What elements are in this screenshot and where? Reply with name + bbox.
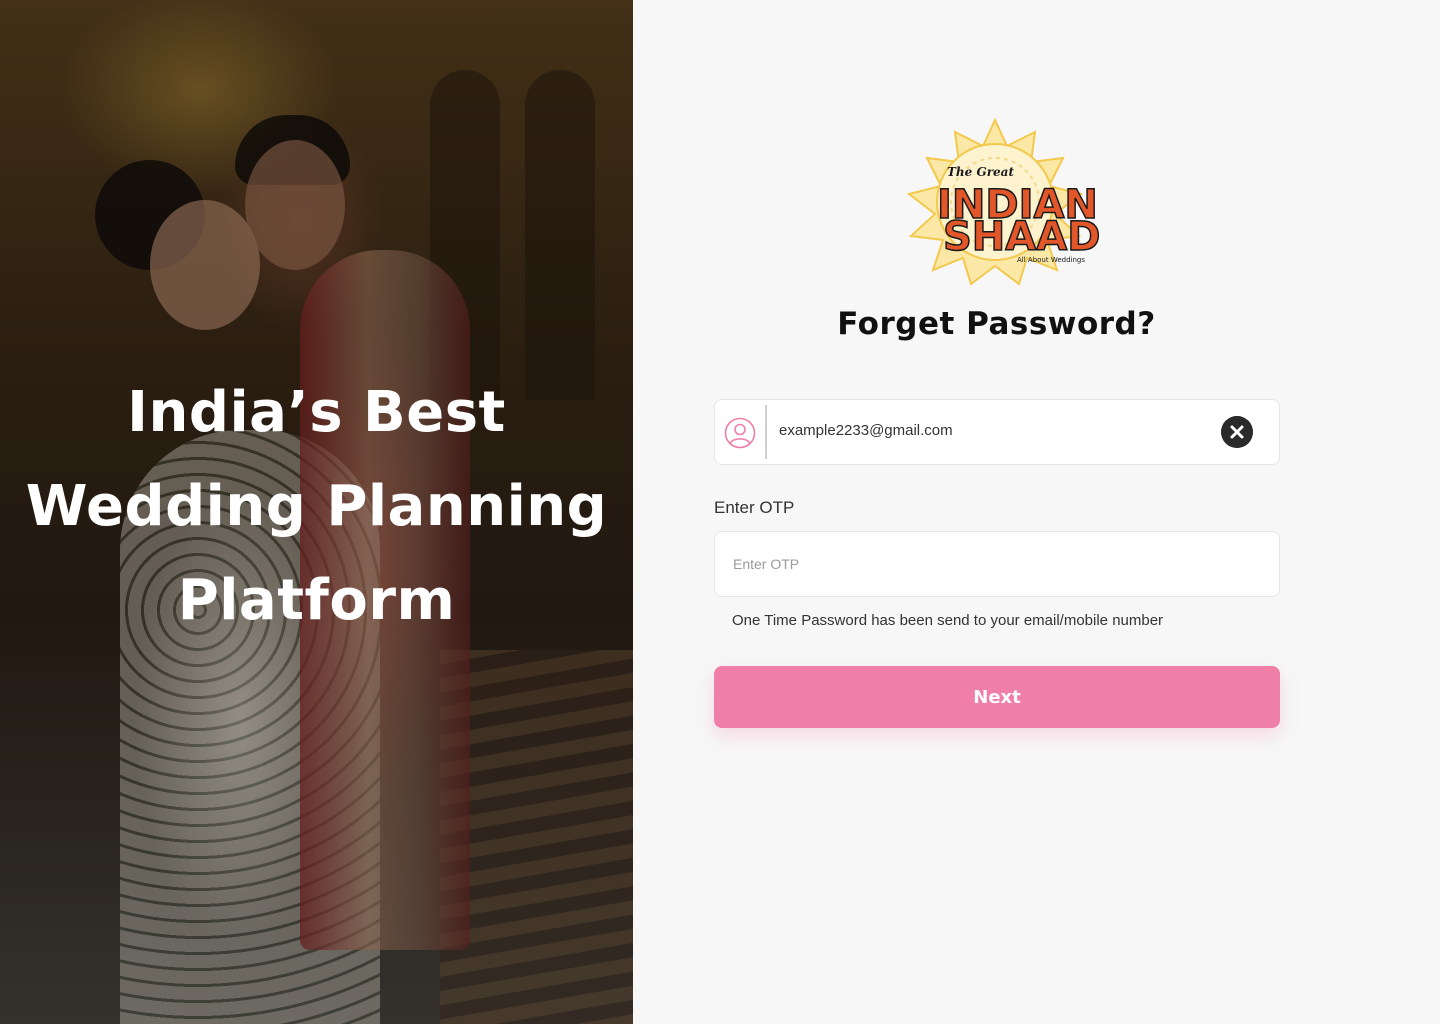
brand-logo: The Great INDIAN SHAADI All About Weddin… — [906, 118, 1099, 286]
next-button[interactable]: Next — [714, 666, 1280, 728]
page-title: Forget Password? — [837, 306, 1156, 342]
otp-hint: One Time Password has been send to your … — [732, 612, 1164, 629]
field-divider — [765, 405, 767, 459]
close-icon[interactable] — [1221, 416, 1253, 448]
otp-label: Enter OTP — [714, 498, 795, 517]
otp-field-container — [714, 531, 1280, 597]
hero-panel: India’s Best Wedding Planning Platform — [0, 0, 633, 1024]
hero-headline-line: Wedding Planning — [25, 474, 608, 539]
hero-headline: India’s Best Wedding Planning Platform — [0, 366, 633, 648]
user-icon — [724, 417, 756, 449]
email-value[interactable]: example2233@gmail.com — [779, 422, 953, 439]
logo-word-shaadi: SHAADI — [943, 214, 1099, 260]
hero-headline-line: India’s Best — [127, 380, 506, 445]
form-panel: The Great INDIAN SHAADI All About Weddin… — [633, 0, 1440, 1024]
logo-tagline: All About Weddings — [1017, 256, 1085, 264]
email-field[interactable]: example2233@gmail.com — [714, 399, 1280, 465]
logo-script: The Great — [947, 165, 1014, 179]
hero-headline-line: Platform — [177, 568, 456, 633]
otp-input[interactable] — [715, 532, 1279, 596]
